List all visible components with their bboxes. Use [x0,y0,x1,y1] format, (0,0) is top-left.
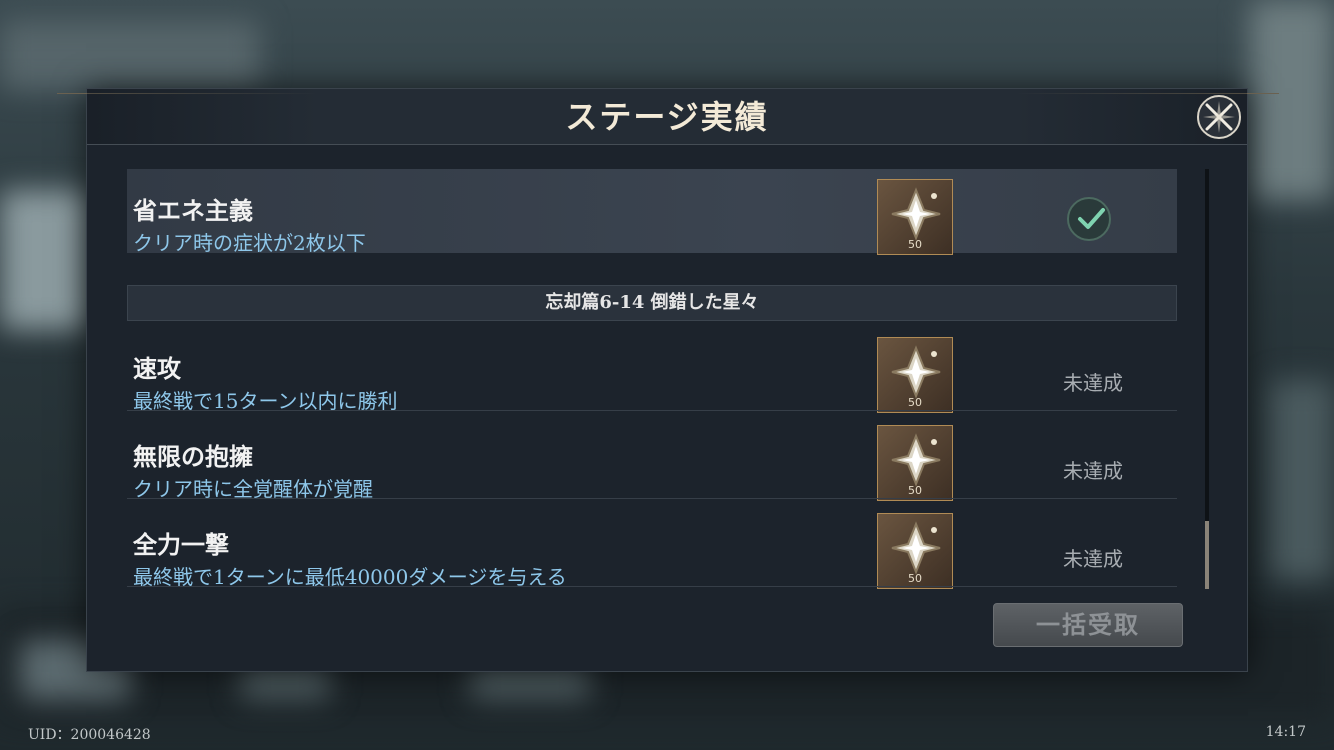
reward-count: 50 [908,238,922,251]
status-text: 未達成 [1063,459,1123,483]
reward-item[interactable]: 50 [877,179,953,255]
close-button[interactable] [1197,95,1241,139]
achievement-title: 全力一撃 [133,530,229,559]
reward-item[interactable]: 50 [877,425,953,501]
uid-label: UID：200046428 [28,727,151,743]
achievement-row[interactable]: 速攻 最終戦で15ターン以内に勝利 50 未達成 [127,327,1177,413]
star-crystal-icon [891,521,941,575]
stage-achievements-dialog: ステージ実績 省エネ主義 クリア時の症状が2枚以下 50 忘却篇6-14 倒錯し… [57,88,1279,672]
section-header: 忘却篇6-14 倒錯した星々 [127,285,1177,321]
checkmark-icon [1078,208,1105,229]
star-crystal-icon [891,433,941,487]
achievement-row[interactable]: 無限の抱擁 クリア時に全覚醒体が覚醒 50 未達成 [127,415,1177,501]
row-divider [127,586,1177,587]
background-blur [1250,0,1334,200]
background-blur [1270,380,1334,580]
completed-status [1067,197,1111,241]
achievement-title: 速攻 [133,354,181,383]
dialog-title: ステージ実績 [565,98,769,136]
achievement-list[interactable]: 省エネ主義 クリア時の症状が2枚以下 50 忘却篇6-14 倒錯した星々 速攻 [127,169,1177,589]
achievement-title: 無限の抱擁 [133,442,253,471]
reward-count: 50 [908,572,922,585]
claim-all-button[interactable]: 一括受取 [993,603,1183,647]
reward-item[interactable]: 50 [877,513,953,589]
row-divider [127,498,1177,499]
scrollbar[interactable] [1205,169,1209,589]
achievement-row[interactable]: 省エネ主義 クリア時の症状が2枚以下 50 [127,169,1177,255]
star-crystal-icon [891,345,941,399]
scroll-thumb[interactable] [1205,521,1209,589]
status-text: 未達成 [1063,371,1123,395]
clock: 14:17 [1265,724,1306,740]
achievement-title: 省エネ主義 [133,196,253,225]
row-divider [127,410,1177,411]
background-blur [0,20,260,90]
reward-count: 50 [908,484,922,497]
background-blur [0,190,90,330]
star-crystal-icon [891,187,941,241]
achievement-description: クリア時の症状が2枚以下 [133,231,366,255]
close-icon [1203,101,1235,133]
achievement-row[interactable]: 全力一撃 最終戦で1ターンに最低40000ダメージを与える 50 未達成 [127,503,1177,589]
reward-item[interactable]: 50 [877,337,953,413]
reward-count: 50 [908,396,922,409]
status-text: 未達成 [1063,547,1123,571]
